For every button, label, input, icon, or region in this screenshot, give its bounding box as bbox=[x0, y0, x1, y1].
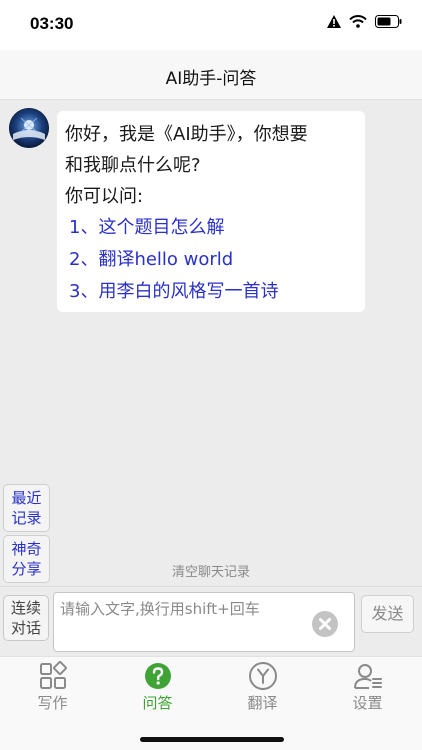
input-bar: 连续 对话 发送 bbox=[0, 586, 422, 656]
recent-records-label: 最近 bbox=[11, 489, 42, 507]
tab-writing[interactable]: 写作 bbox=[0, 659, 105, 713]
assistant-message-bubble: 你好，我是《AI助手》，你想要 和我聊点什么呢? 你可以问: 1、这个题目怎么解… bbox=[57, 111, 365, 312]
tab-settings-label: 设置 bbox=[352, 694, 383, 712]
message-input[interactable] bbox=[54, 593, 314, 649]
recent-records-button[interactable]: 最近 记录 bbox=[3, 484, 50, 532]
assistant-avatar bbox=[9, 108, 49, 148]
grid-icon bbox=[39, 661, 67, 689]
recent-records-label: 记录 bbox=[11, 509, 42, 527]
page-title: AI助手-问答 bbox=[165, 69, 257, 89]
battery-icon bbox=[375, 15, 402, 28]
continuous-dialog-label: 连续 bbox=[10, 599, 41, 617]
suggestion-poem[interactable]: 3、用李白的风格写一首诗 bbox=[65, 276, 357, 308]
magic-share-label: 神奇 bbox=[11, 540, 42, 558]
tab-settings[interactable]: 设置 bbox=[315, 659, 420, 713]
suggestion-translate[interactable]: 2、翻译hello world bbox=[65, 244, 357, 276]
continuous-dialog-button[interactable]: 连续 对话 bbox=[3, 595, 49, 641]
question-icon bbox=[144, 663, 171, 689]
message-input-box bbox=[53, 592, 355, 652]
tab-qa[interactable]: 问答 bbox=[105, 659, 210, 713]
status-bar: 03:30 bbox=[0, 0, 422, 50]
clear-history-button[interactable]: 清空聊天记录 bbox=[0, 561, 422, 580]
warning-icon bbox=[327, 15, 341, 28]
nav-bar: AI助手-问答 bbox=[0, 50, 422, 100]
wifi-icon bbox=[349, 15, 367, 28]
message-line: 和我聊点什么呢? bbox=[65, 155, 201, 176]
status-time: 03:30 bbox=[30, 14, 74, 33]
tab-bar: 写作 问答 翻译 设置 bbox=[0, 656, 422, 750]
status-icons bbox=[327, 15, 402, 28]
clear-input-icon[interactable] bbox=[312, 611, 338, 637]
translate-icon bbox=[248, 662, 277, 690]
home-indicator bbox=[140, 737, 284, 742]
message-line: 你可以问: bbox=[65, 186, 144, 207]
message-line: 你好，我是《AI助手》，你想要 bbox=[65, 124, 308, 145]
tab-qa-label: 问答 bbox=[142, 694, 173, 712]
tab-writing-label: 写作 bbox=[37, 694, 68, 712]
tab-translate[interactable]: 翻译 bbox=[210, 659, 315, 713]
suggestion-solve-problem[interactable]: 1、这个题目怎么解 bbox=[65, 212, 357, 244]
chat-area: 你好，我是《AI助手》，你想要 和我聊点什么呢? 你可以问: 1、这个题目怎么解… bbox=[0, 100, 422, 586]
send-button[interactable]: 发送 bbox=[361, 595, 414, 633]
user-settings-icon bbox=[353, 664, 382, 689]
tab-translate-label: 翻译 bbox=[247, 694, 278, 712]
continuous-dialog-label: 对话 bbox=[10, 619, 41, 637]
